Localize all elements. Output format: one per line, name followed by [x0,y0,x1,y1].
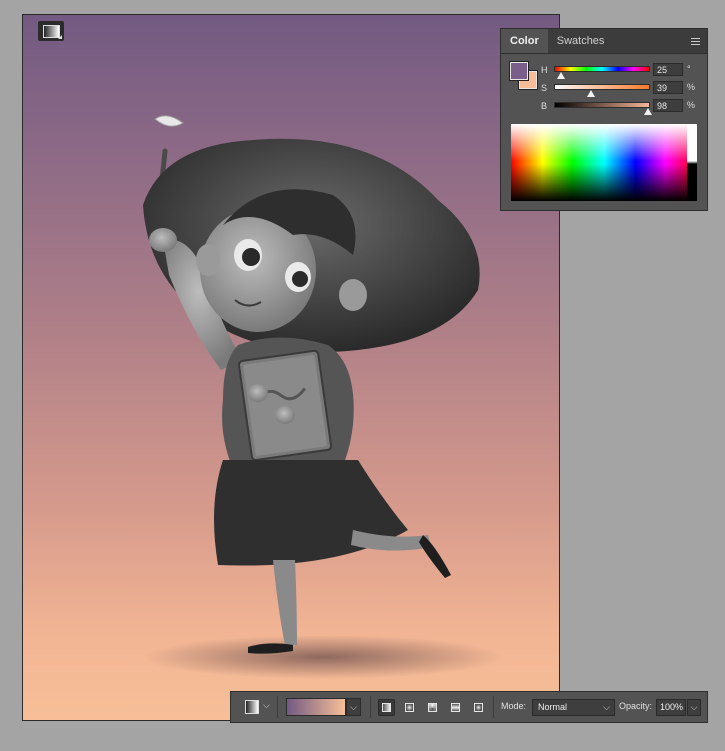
hue-slider-row: H 25 ° [501,63,707,81]
hue-thumb[interactable] [556,72,565,79]
brightness-thumb[interactable] [644,108,653,115]
black-white-ramp[interactable] [687,124,697,201]
tab-swatches[interactable]: Swatches [548,29,614,53]
gradient-options-bar: ⌵ ⌵ Mode: Normal ⌵ Opacity: 100% ⌵ [231,692,707,722]
blend-mode-select[interactable]: Normal ⌵ [532,699,615,716]
feather [154,115,184,127]
tab-color[interactable]: Color [501,29,548,53]
saturation-slider-row: S 39 % [501,81,707,99]
foreground-color-swatch[interactable] [510,62,528,80]
angle-gradient-button[interactable] [424,699,441,716]
saturation-label: S [541,83,548,93]
reflected-gradient-button[interactable] [447,699,464,716]
radial-gradient-icon [405,703,414,712]
linear-gradient-icon [382,703,391,712]
brightness-slider-row: B 98 % [501,99,707,117]
linear-gradient-button[interactable] [378,699,395,716]
divider [277,696,278,718]
hue-unit: ° [687,64,691,74]
divider [493,696,494,718]
angle-gradient-icon [428,703,437,712]
mode-label: Mode: [501,701,527,711]
hue-label: H [541,65,548,75]
gradient-preview[interactable] [286,698,346,716]
chevron-down-icon: ⌵ [603,702,610,712]
radial-gradient-button[interactable] [401,699,418,716]
gradient-tool-icon[interactable] [38,21,64,41]
hue-value-field[interactable]: 25 [653,63,683,76]
reflected-gradient-icon [451,703,460,712]
saturation-value-field[interactable]: 39 [653,81,683,94]
blend-mode-value: Normal [538,702,568,712]
saturation-track[interactable] [554,84,650,90]
brightness-value-field[interactable]: 98 [653,99,683,112]
brightness-unit: % [687,100,696,110]
color-spectrum[interactable] [511,124,697,201]
document-canvas[interactable] [23,15,559,720]
opacity-label: Opacity: [619,701,653,711]
color-panel: Color Swatches H 25 ° S 39 % B 98 % [501,29,707,210]
panel-menu-icon[interactable] [683,29,707,53]
panel-tabs: Color Swatches [501,29,707,54]
opacity-input[interactable]: 100% [656,699,686,716]
brightness-label: B [541,101,548,111]
divider [370,696,371,718]
brightness-track[interactable] [554,102,650,108]
saturation-unit: % [687,82,696,92]
saturation-thumb[interactable] [587,90,596,97]
hue-track[interactable] [554,66,650,72]
diamond-gradient-icon [474,703,483,712]
gradient-picker-dropdown[interactable]: ⌵ [346,698,361,716]
gradient-preset-icon[interactable] [245,700,259,714]
diamond-gradient-button[interactable] [470,699,487,716]
chevron-down-icon[interactable]: ⌵ [263,700,270,718]
opacity-dropdown[interactable]: ⌵ [687,699,701,716]
girl-illustration [143,115,503,679]
corner-triangle-icon [58,35,62,39]
